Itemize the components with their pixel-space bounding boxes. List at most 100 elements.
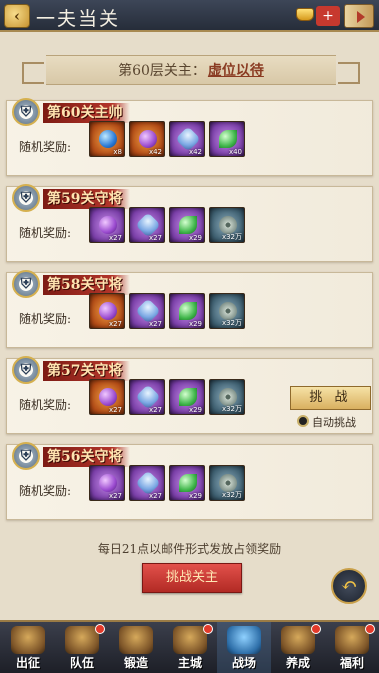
stage-title: 第58关守将 — [43, 275, 131, 295]
reward-quantity: x27 — [148, 406, 162, 414]
return-arrow-icon[interactable]: ↶ — [331, 568, 367, 604]
stage-title: 第56关守将 — [43, 447, 131, 467]
green-gem-icon — [179, 388, 197, 406]
reward-label: 随机奖励: — [19, 398, 72, 412]
reward-quantity: x29 — [188, 234, 202, 242]
reward-quantity: x29 — [188, 406, 202, 414]
challenge-button[interactable]: 挑 战 — [290, 386, 371, 410]
auto-challenge-toggle[interactable] — [297, 415, 309, 427]
challenge-boss-button[interactable]: 挑战关主 — [142, 563, 242, 593]
stage-card: ⛨ 第59关守将随机奖励: x27 x27 x29 x32万 — [6, 184, 373, 262]
reward-item[interactable]: x27 — [129, 293, 165, 329]
stage-card: ⛨ 第56关守将随机奖励: x27 x27 x29 x32万 — [6, 442, 373, 520]
purple-gem-icon — [139, 130, 157, 148]
reward-quantity: x32万 — [221, 491, 242, 499]
nav-item[interactable]: 战场 — [217, 622, 271, 673]
reward-label: 随机奖励: — [19, 226, 72, 240]
nav-building-icon — [173, 626, 207, 654]
notification-dot-icon — [365, 624, 375, 634]
reward-item[interactable]: x29 — [169, 293, 205, 329]
reward-item[interactable]: x42 — [129, 121, 165, 157]
purple-gem-icon — [99, 302, 117, 320]
nav-item[interactable]: 队伍 — [55, 622, 109, 673]
nav-building-icon — [335, 626, 369, 654]
nav-building-icon — [119, 626, 153, 654]
nav-label: 主城 — [177, 656, 202, 670]
reward-item[interactable]: x8 — [89, 121, 125, 157]
purple-gem-icon — [99, 474, 117, 492]
reward-quantity: x42 — [188, 148, 202, 156]
nav-building-icon — [65, 626, 99, 654]
nav-label: 养成 — [285, 656, 310, 670]
notification-dot-icon — [95, 624, 105, 634]
reward-item[interactable]: x32万 — [209, 379, 245, 415]
purple-gem-icon — [99, 388, 117, 406]
green-gem-icon — [179, 474, 197, 492]
nav-item[interactable]: 主城 — [163, 622, 217, 673]
notification-dot-icon — [203, 624, 213, 634]
reward-item[interactable]: x40 — [209, 121, 245, 157]
reward-quantity: x27 — [108, 320, 122, 328]
stage-card: ⛨ 第58关守将随机奖励: x27 x27 x29 x32万 — [6, 270, 373, 348]
nav-item[interactable]: 锻造 — [109, 622, 163, 673]
nav-building-icon — [11, 626, 45, 654]
nav-item[interactable]: 出征 — [1, 622, 55, 673]
reward-label: 随机奖励: — [19, 312, 72, 326]
nav-label: 福利 — [339, 656, 364, 670]
reward-quantity: x32万 — [221, 233, 242, 241]
reward-quantity: x27 — [148, 320, 162, 328]
notification-dot-icon — [311, 624, 321, 634]
reward-quantity: x29 — [188, 492, 202, 500]
nav-building-icon — [281, 626, 315, 654]
stage-title: 第60关主帅 — [43, 103, 131, 123]
reward-item[interactable]: x32万 — [209, 293, 245, 329]
auto-challenge-label: 自动挑战 — [312, 416, 356, 429]
reward-quantity: x27 — [108, 406, 122, 414]
reward-label: 随机奖励: — [19, 484, 72, 498]
stage-title: 第59关守将 — [43, 189, 131, 209]
reward-item[interactable]: x32万 — [209, 207, 245, 243]
reward-quantity: x40 — [228, 148, 242, 156]
reward-quantity: x8 — [113, 148, 122, 156]
helmet-emblem-icon: ⛨ — [12, 98, 40, 126]
reward-item[interactable]: x27 — [129, 207, 165, 243]
reward-quantity: x42 — [148, 148, 162, 156]
reward-item[interactable]: x27 — [89, 293, 125, 329]
nav-label: 队伍 — [69, 656, 94, 670]
helmet-emblem-icon: ⛨ — [12, 270, 40, 298]
green-gem-icon — [179, 216, 197, 234]
stage-card: ⛨ 第60关主帅随机奖励: x8 x42 x42 x40 — [6, 98, 373, 176]
reward-item[interactable]: x27 — [89, 379, 125, 415]
blue-gem-icon — [99, 130, 117, 148]
reward-item[interactable]: x32万 — [209, 465, 245, 501]
bottom-nav: 出征 队伍 锻造 主城 战场 养成 福利 — [0, 620, 379, 673]
nav-item[interactable]: 福利 — [325, 622, 379, 673]
reward-item[interactable]: x27 — [89, 465, 125, 501]
reward-quantity: x32万 — [221, 405, 242, 413]
helmet-emblem-icon: ⛨ — [12, 356, 40, 384]
reward-quantity: x27 — [108, 492, 122, 500]
reward-item[interactable]: x27 — [89, 207, 125, 243]
reward-quantity: x32万 — [221, 319, 242, 327]
nav-label: 出征 — [15, 656, 40, 670]
reward-item[interactable]: x42 — [169, 121, 205, 157]
reward-item[interactable]: x27 — [129, 465, 165, 501]
reward-item[interactable]: x29 — [169, 207, 205, 243]
nav-label: 锻造 — [123, 656, 148, 670]
nav-item[interactable]: 养成 — [271, 622, 325, 673]
stage-title: 第57关守将 — [43, 361, 131, 381]
reward-quantity: x27 — [148, 234, 162, 242]
green-gem-icon — [179, 302, 197, 320]
reward-item[interactable]: x29 — [169, 465, 205, 501]
reward-label: 随机奖励: — [19, 140, 72, 154]
nav-building-icon — [227, 626, 261, 654]
reward-item[interactable]: x29 — [169, 379, 205, 415]
helmet-emblem-icon: ⛨ — [12, 442, 40, 470]
nav-label: 战场 — [231, 656, 256, 670]
mail-reward-note: 每日21点以邮件形式发放占领奖励 — [97, 542, 282, 556]
purple-gem-icon — [99, 216, 117, 234]
reward-quantity: x27 — [108, 234, 122, 242]
reward-quantity: x29 — [188, 320, 202, 328]
reward-item[interactable]: x27 — [129, 379, 165, 415]
helmet-emblem-icon: ⛨ — [12, 184, 40, 212]
